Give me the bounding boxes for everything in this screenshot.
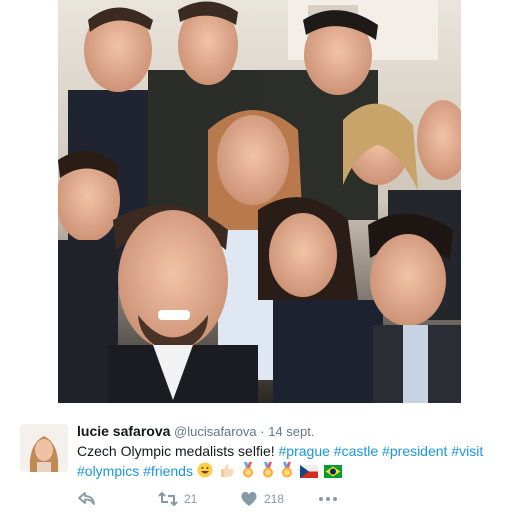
avatar-image: [20, 424, 68, 472]
like-count: 218: [264, 492, 285, 506]
hashtag-visit[interactable]: #visit: [451, 443, 483, 459]
hashtag-president[interactable]: #president: [382, 443, 447, 459]
more-icon: [318, 491, 338, 507]
tweet-text-line-2: #olympics #friends: [77, 462, 344, 481]
retweet-button[interactable]: 21: [158, 491, 197, 507]
thumbs-up-emoji-icon: [219, 462, 235, 481]
tweet-text: Czech Olympic medalists selfie!: [77, 443, 275, 459]
medal-emoji-icon: [280, 462, 294, 481]
hashtag-olympics[interactable]: #olympics: [77, 463, 139, 479]
medal-emoji-icon: [261, 462, 275, 481]
header-separator: ·: [260, 424, 265, 439]
tweet-text-line-1: Czech Olympic medalists selfie! #prague …: [77, 443, 483, 459]
hashtag-friends[interactable]: #friends: [143, 463, 193, 479]
author-handle[interactable]: @lucisafarova: [174, 424, 257, 439]
author-name[interactable]: lucie safarova: [77, 423, 170, 439]
retweet-count: 21: [184, 492, 198, 506]
like-button[interactable]: 218: [240, 491, 284, 507]
reply-icon: [78, 491, 96, 507]
hashtag-castle[interactable]: #castle: [334, 443, 378, 459]
reply-button-main[interactable]: [78, 491, 96, 507]
tweet-date[interactable]: 14 sept.: [268, 424, 314, 439]
heart-icon: [240, 491, 258, 507]
brazil-flag-icon: [324, 465, 343, 481]
medal-emoji-icon: [241, 462, 255, 481]
czech-flag-icon: [300, 465, 319, 481]
more-button[interactable]: [318, 491, 338, 507]
tweet-photo[interactable]: [58, 0, 461, 403]
hashtag-prague[interactable]: #prague: [279, 443, 330, 459]
grinning-face-emoji-icon: [197, 462, 213, 481]
selfie-photo-image: [58, 0, 461, 403]
tweet-header: lucie safarova @lucisafarova · 14 sept.: [77, 423, 314, 439]
retweet-icon: [158, 491, 178, 507]
author-avatar[interactable]: [20, 424, 68, 472]
